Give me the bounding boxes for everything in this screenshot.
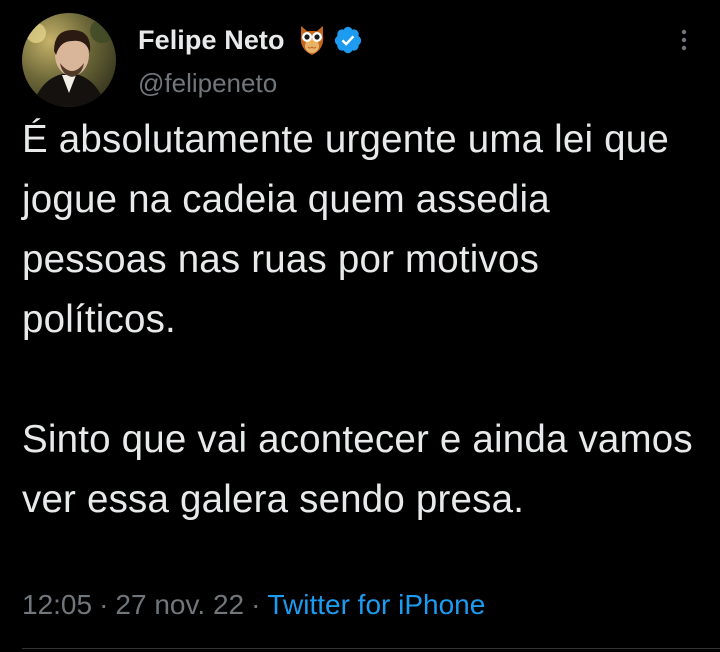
meta-separator: ·	[99, 589, 109, 620]
author-handle[interactable]: @felipeneto	[138, 68, 277, 99]
avatar[interactable]	[22, 13, 116, 107]
author-display-name[interactable]: Felipe Neto	[138, 25, 285, 56]
owl-icon	[297, 23, 327, 57]
more-vertical-icon	[681, 29, 687, 51]
tweet-paragraph-2: Sinto que vai acontecer e ainda vamos ve…	[22, 418, 693, 521]
meta-separator: ·	[251, 589, 261, 620]
tweet-metadata: 12:05 · 27 nov. 22 · Twitter for iPhone	[22, 589, 485, 621]
divider	[22, 648, 720, 649]
verified-badge-icon	[333, 25, 363, 55]
tweet-text: É absolutamente urgente uma lei que jogu…	[22, 110, 702, 530]
tweet-date[interactable]: 27 nov. 22	[115, 589, 244, 620]
author-name-row[interactable]: Felipe Neto	[138, 20, 363, 60]
tweet-time[interactable]: 12:05	[22, 589, 92, 620]
more-options-button[interactable]	[668, 24, 700, 56]
tweet-card: Felipe Neto @felipeneto É absolutamente …	[0, 0, 720, 652]
tweet-source-link[interactable]: Twitter for iPhone	[267, 589, 485, 620]
tweet-paragraph-1: É absolutamente urgente uma lei que jogu…	[22, 118, 669, 341]
